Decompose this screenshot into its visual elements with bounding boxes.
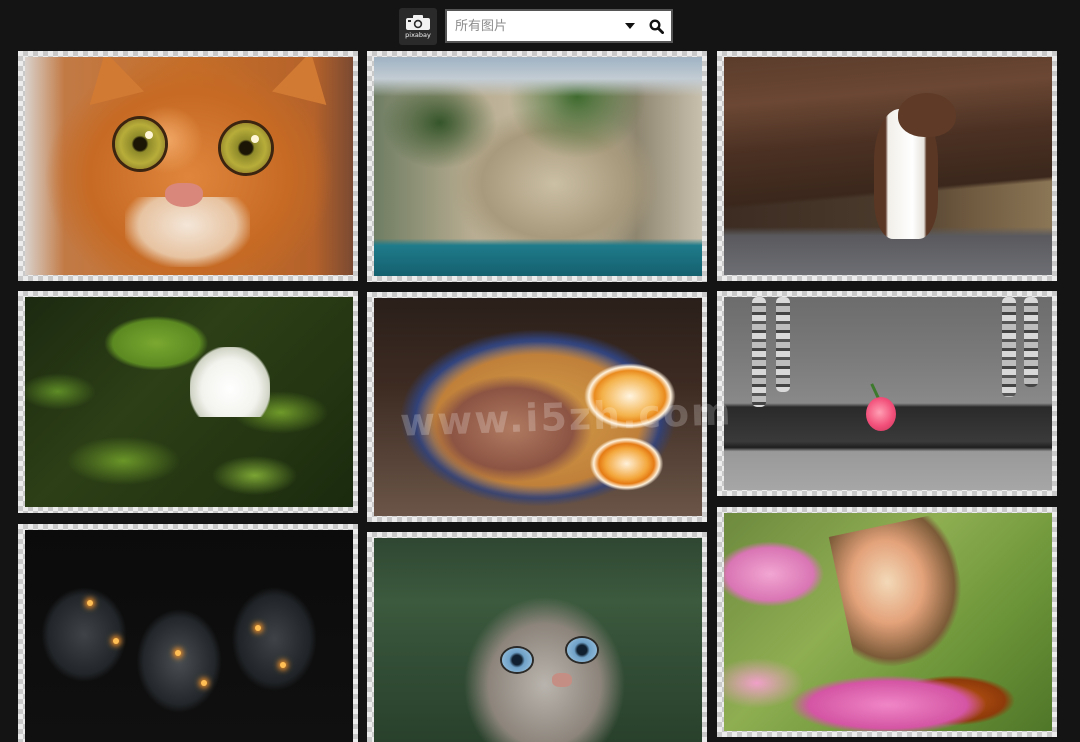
photo-orange-cat [25,57,353,275]
photo-weasel [724,57,1052,275]
caret-down-icon [625,23,635,29]
photo-butterfly-on-flower [724,513,1052,731]
search-icon [648,18,664,34]
gallery-tile-ramen-bowl[interactable] [367,292,707,522]
photo-light-bulbs [25,530,353,742]
gallery-tile-light-bulbs[interactable] [18,524,358,742]
search-type-dropdown[interactable] [619,12,641,40]
photo-water-lily [25,297,353,507]
photo-coastal-cliffs [374,57,702,276]
gallery-tile-coastal-cliffs[interactable] [367,51,707,282]
photo-tabby-cat [374,538,702,742]
gallery-tile-weasel[interactable] [717,51,1057,281]
gallery-tile-tabby-cat[interactable] [367,532,707,742]
gallery-tile-swing-with-rose[interactable] [717,291,1057,496]
pixabay-gallery-page: pixabay 所有图片 www.i5zh.com [0,0,1080,742]
search-box [445,9,673,43]
gallery-tile-butterfly-on-flower[interactable] [717,507,1057,737]
gallery-tile-water-lily[interactable] [18,291,358,513]
gallery-tile-orange-cat[interactable] [18,51,358,281]
photo-swing-with-rose [724,297,1052,490]
photo-ramen-bowl [374,298,702,516]
camera-icon [406,14,430,30]
search-toolbar: pixabay [399,7,673,45]
pixabay-logo[interactable]: pixabay [399,7,437,45]
logo-text: pixabay [405,30,431,39]
search-input[interactable] [447,12,619,40]
search-button[interactable] [641,12,671,40]
